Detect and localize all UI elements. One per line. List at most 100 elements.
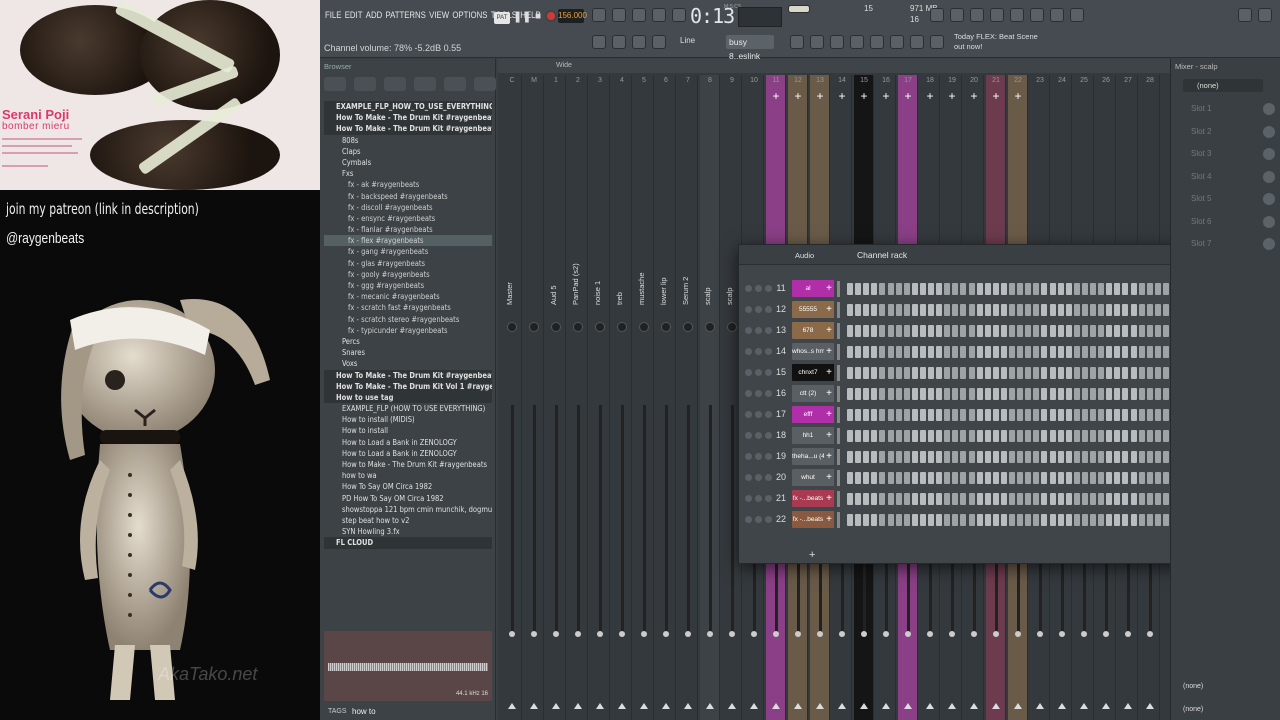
step-button[interactable]	[847, 409, 853, 421]
mixer-strip[interactable]: 2 PanPad (s2)	[568, 75, 588, 720]
browser-tree-item[interactable]: EXAMPLE_FLP_HOW_TO_USE_EVERYTHING	[324, 101, 492, 113]
step-button[interactable]	[871, 388, 878, 400]
volume-fader[interactable]	[555, 405, 558, 635]
channel-select-bar[interactable]	[837, 491, 840, 507]
channel-mute-led[interactable]	[745, 348, 752, 355]
step-button[interactable]	[887, 451, 894, 463]
step-button[interactable]	[1138, 304, 1145, 316]
channel-name-button[interactable]: fx -...beats	[792, 511, 824, 528]
step-button[interactable]	[968, 325, 975, 337]
slot-mix-knob[interactable]	[1263, 193, 1275, 205]
step-button[interactable]	[1081, 346, 1088, 358]
step-button[interactable]	[1009, 472, 1015, 484]
step-button[interactable]	[936, 367, 943, 379]
channel-mixer-track[interactable]: 18	[775, 430, 787, 440]
effect-slot[interactable]: Slot 4	[1181, 169, 1277, 185]
step-button[interactable]	[968, 367, 975, 379]
step-button[interactable]	[1162, 409, 1169, 421]
browser-tree-item[interactable]: Claps	[324, 146, 492, 157]
step-button[interactable]	[1154, 304, 1161, 316]
browser-tab-all[interactable]	[324, 77, 346, 91]
step-button[interactable]	[960, 367, 967, 379]
step-button[interactable]	[1162, 325, 1169, 337]
step-button[interactable]	[879, 283, 886, 295]
browser-tree-item[interactable]: Voxs	[324, 358, 492, 369]
step-button[interactable]	[1138, 325, 1145, 337]
step-button[interactable]	[1073, 493, 1080, 505]
channel-select-bar[interactable]	[837, 428, 840, 444]
step-button[interactable]	[1098, 514, 1105, 526]
step-button[interactable]	[1049, 388, 1056, 400]
browser-tree-item[interactable]: fx - typicunder #raygenbeats	[324, 325, 492, 336]
step-button[interactable]	[895, 346, 902, 358]
step-button[interactable]	[1122, 451, 1129, 463]
step-button[interactable]	[1041, 493, 1048, 505]
add-icon[interactable]: +	[968, 90, 980, 102]
step-button[interactable]	[1049, 409, 1056, 421]
channel-pan-knob[interactable]	[755, 495, 762, 502]
step-button[interactable]	[1073, 304, 1080, 316]
route-indicator[interactable]	[971, 631, 977, 637]
menu-file[interactable]: FILE	[325, 10, 341, 21]
route-indicator[interactable]	[795, 631, 801, 637]
step-button[interactable]	[944, 409, 951, 421]
step-button[interactable]	[1057, 388, 1064, 400]
step-button[interactable]	[944, 304, 951, 316]
browser-tree-item[interactable]: Cymbals	[324, 157, 492, 168]
step-button[interactable]	[968, 346, 975, 358]
step-button[interactable]	[968, 430, 975, 442]
step-button[interactable]	[936, 409, 943, 421]
step-button[interactable]	[968, 304, 975, 316]
sample-preview[interactable]: 44.1 kHz 16	[324, 631, 492, 701]
step-button[interactable]	[1130, 346, 1137, 358]
add-icon[interactable]: +	[1012, 90, 1024, 102]
step-button[interactable]	[1098, 388, 1105, 400]
step-button[interactable]	[936, 451, 943, 463]
step-button[interactable]	[1057, 367, 1064, 379]
piano-roll-icon[interactable]	[810, 35, 824, 49]
step-button[interactable]	[903, 346, 910, 358]
route-indicator[interactable]	[1103, 631, 1109, 637]
slot-mix-knob[interactable]	[1263, 238, 1275, 250]
step-button[interactable]	[1090, 451, 1096, 463]
step-button[interactable]	[855, 514, 862, 526]
channel-select-bar[interactable]	[837, 512, 840, 528]
step-button[interactable]	[984, 514, 991, 526]
slot-mix-knob[interactable]	[1263, 148, 1275, 160]
step-button[interactable]	[1025, 409, 1032, 421]
step-button[interactable]	[976, 325, 983, 337]
add-icon[interactable]: +	[824, 490, 834, 507]
step-button[interactable]	[903, 409, 910, 421]
input-select[interactable]: (none)	[1183, 79, 1263, 92]
step-button[interactable]	[1114, 304, 1121, 316]
step-button[interactable]	[1033, 451, 1040, 463]
step-button[interactable]	[879, 325, 886, 337]
step-button[interactable]	[903, 367, 910, 379]
step-button[interactable]	[968, 472, 975, 484]
menu-view[interactable]: VIEW	[429, 10, 449, 21]
step-button[interactable]	[1049, 304, 1056, 316]
step-button[interactable]	[1106, 472, 1113, 484]
step-button[interactable]	[1138, 388, 1145, 400]
channel-mixer-track[interactable]: 13	[775, 325, 787, 335]
send-arrow-icon[interactable]	[618, 703, 626, 709]
step-button[interactable]	[1057, 325, 1064, 337]
step-button[interactable]	[911, 388, 918, 400]
mixer-strip[interactable]: 7 Serum 2	[678, 75, 698, 720]
chat-icon[interactable]	[1050, 8, 1064, 22]
browser-tree-item[interactable]: Fxs	[324, 168, 492, 179]
route-indicator[interactable]	[553, 631, 559, 637]
channel-volume-knob[interactable]	[765, 285, 772, 292]
route-indicator[interactable]	[773, 631, 779, 637]
step-button[interactable]	[936, 514, 943, 526]
plugin-picker-icon[interactable]	[890, 35, 904, 49]
step-button[interactable]	[895, 409, 902, 421]
step-button[interactable]	[1000, 451, 1007, 463]
send-arrow-icon[interactable]	[1036, 703, 1044, 709]
step-button[interactable]	[1009, 325, 1015, 337]
step-button[interactable]	[928, 283, 934, 295]
step-button[interactable]	[928, 304, 934, 316]
step-button[interactable]	[928, 451, 934, 463]
step-button[interactable]	[1009, 283, 1015, 295]
draw-tool-icon[interactable]	[592, 35, 606, 49]
